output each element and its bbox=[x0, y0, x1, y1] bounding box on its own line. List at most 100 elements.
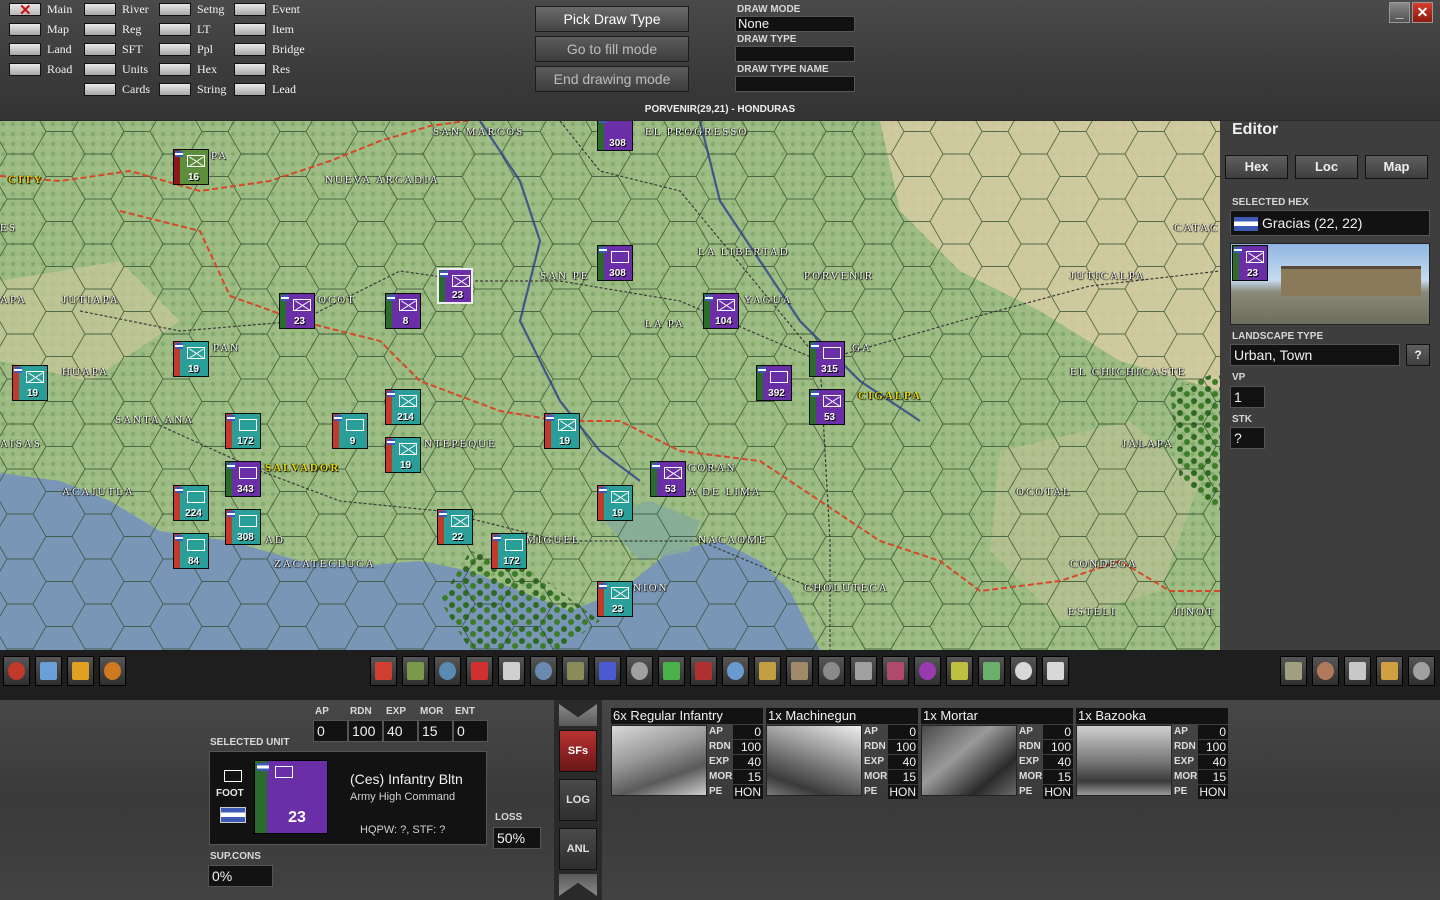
layer-toggle-sft[interactable]: SFT bbox=[84, 41, 143, 57]
checkbox[interactable] bbox=[159, 2, 191, 16]
zoom-in-button[interactable] bbox=[1010, 656, 1037, 686]
selected-unit-counter-large[interactable]: 23 bbox=[254, 760, 328, 834]
checkbox[interactable] bbox=[234, 62, 266, 76]
unit-counter[interactable]: 343 bbox=[225, 461, 261, 497]
book-button[interactable] bbox=[1344, 656, 1371, 686]
hq-flag-button[interactable] bbox=[466, 656, 493, 686]
town-label[interactable]: JALAPA bbox=[1122, 438, 1174, 450]
town-label[interactable]: PAN bbox=[213, 342, 240, 354]
town-label[interactable]: ES bbox=[0, 222, 17, 234]
unit-counter[interactable]: 53 bbox=[809, 389, 845, 425]
checkbox[interactable] bbox=[159, 82, 191, 96]
checkbox[interactable] bbox=[234, 22, 266, 36]
rifle-button[interactable] bbox=[1408, 656, 1435, 686]
hex-unit-counter[interactable]: 23 bbox=[1232, 245, 1268, 281]
unit-counter[interactable]: 22 bbox=[437, 509, 473, 545]
hexagon-button[interactable] bbox=[914, 656, 941, 686]
hex-map[interactable]: SAN MARCOS EL PROGRESSO PA CITY NUEVA AR… bbox=[0, 121, 1220, 650]
town-label[interactable]: PA bbox=[211, 150, 228, 162]
unit-counter[interactable]: 19 bbox=[173, 341, 209, 377]
layer-toggle-setng[interactable]: Setng bbox=[159, 1, 224, 17]
town-label[interactable]: NION bbox=[633, 582, 669, 594]
layer-toggle-lt[interactable]: LT bbox=[159, 21, 211, 37]
checkbox[interactable] bbox=[234, 82, 266, 96]
unit-counter[interactable]: 23 bbox=[279, 293, 315, 329]
unit-counter[interactable]: 9 bbox=[332, 413, 368, 449]
town-label[interactable]: PORVENIR bbox=[804, 270, 874, 282]
layer-toggle-cards[interactable]: Cards bbox=[84, 81, 150, 97]
town-label[interactable]: SANTA ANA bbox=[115, 414, 194, 426]
add-unit-button[interactable] bbox=[658, 656, 685, 686]
layer-toggle-land[interactable]: Land bbox=[9, 41, 72, 57]
town-label[interactable]: HUAPA bbox=[62, 366, 109, 378]
anl-button[interactable]: ANL bbox=[559, 828, 597, 870]
fill-mode-button[interactable]: Go to fill mode bbox=[535, 36, 689, 62]
checkbox[interactable] bbox=[9, 22, 41, 36]
scroll-up-icon[interactable] bbox=[559, 704, 597, 726]
tab-loc[interactable]: Loc bbox=[1295, 155, 1358, 179]
square-button[interactable] bbox=[882, 656, 909, 686]
hammer-button[interactable] bbox=[530, 656, 557, 686]
vp-field[interactable]: 1 bbox=[1230, 386, 1265, 408]
checkbox[interactable] bbox=[159, 42, 191, 56]
unit-counter[interactable]: 84 bbox=[173, 533, 209, 569]
unit-counter[interactable]: 16 bbox=[173, 149, 209, 185]
town-label[interactable]: NUEVA ARCADIA bbox=[325, 174, 440, 186]
stk-field[interactable]: ? bbox=[1230, 427, 1265, 449]
layer-toggle-res[interactable]: Res bbox=[234, 61, 290, 77]
capital-label[interactable]: SALVADOR bbox=[265, 462, 340, 474]
layer-toggle-string[interactable]: String bbox=[159, 81, 226, 97]
factory-build-button[interactable] bbox=[786, 656, 813, 686]
unit-move-button[interactable] bbox=[402, 656, 429, 686]
boot-button[interactable] bbox=[594, 656, 621, 686]
draw-mode-field[interactable]: None bbox=[735, 16, 855, 32]
unit-counter[interactable]: 315 bbox=[809, 341, 845, 377]
minimize-button[interactable]: _ bbox=[1389, 2, 1410, 23]
unit-swap-button[interactable] bbox=[434, 656, 461, 686]
town-label[interactable]: GA bbox=[852, 342, 872, 354]
layer-toggle-reg[interactable]: Reg bbox=[84, 21, 141, 37]
tab-map[interactable]: Map bbox=[1365, 155, 1428, 179]
unit-counter[interactable]: 172 bbox=[225, 413, 261, 449]
capital-label[interactable]: CITY bbox=[8, 174, 44, 186]
town-label[interactable]: OCOTAL bbox=[1016, 486, 1072, 498]
selected-unit-counter[interactable]: 23 bbox=[437, 268, 473, 304]
subformation-card[interactable]: 1x Machinegun AP 0 RDN 100 EXP 40 MOR 15 PE H… bbox=[766, 708, 918, 800]
undo-button[interactable] bbox=[3, 656, 30, 686]
unit-counter[interactable]: 104 bbox=[703, 293, 739, 329]
town-label[interactable]: NACAOME bbox=[698, 534, 768, 546]
layer-toggle-map[interactable]: Map bbox=[9, 21, 69, 37]
subformation-card[interactable]: 6x Regular Infantry AP 0 RDN 100 EXP 40 MOR… bbox=[611, 708, 763, 800]
remove-unit-button[interactable] bbox=[690, 656, 717, 686]
unit-counter[interactable]: 308 bbox=[597, 121, 633, 151]
town-label[interactable]: AISAS bbox=[0, 438, 42, 450]
close-button[interactable]: ✕ bbox=[1412, 2, 1433, 23]
subformation-card[interactable]: 1x Bazooka AP 0 RDN 100 EXP 40 MOR 15 PE HON bbox=[1076, 708, 1228, 800]
town-label[interactable]: YAGUA bbox=[744, 294, 793, 306]
unit-counter[interactable]: 392 bbox=[756, 365, 792, 401]
capital-label[interactable]: CIGALPA bbox=[858, 390, 922, 402]
checkbox[interactable] bbox=[9, 62, 41, 76]
checkbox[interactable] bbox=[234, 2, 266, 16]
town-label[interactable]: CORAN bbox=[688, 462, 737, 474]
town-label[interactable]: JUTICALPA bbox=[1070, 270, 1146, 282]
draw-type-name-field[interactable] bbox=[735, 76, 855, 92]
crossed-swords-button[interactable] bbox=[722, 656, 749, 686]
unit-counter[interactable]: 19 bbox=[544, 413, 580, 449]
map-button[interactable] bbox=[1376, 656, 1403, 686]
checkbox[interactable] bbox=[84, 82, 116, 96]
town-label[interactable]: SAN PE bbox=[540, 270, 590, 282]
town-label[interactable]: LA PA bbox=[645, 318, 685, 330]
layer-toggle-lead[interactable]: Lead bbox=[234, 81, 296, 97]
stamp-button[interactable] bbox=[626, 656, 653, 686]
unit-counter[interactable]: 53 bbox=[650, 461, 686, 497]
layer-toggle-event[interactable]: Event bbox=[234, 1, 300, 17]
layer-toggle-units[interactable]: Units bbox=[84, 61, 148, 77]
town-label[interactable]: JINOT bbox=[1174, 606, 1215, 618]
town-label[interactable]: CATAC bbox=[1174, 222, 1219, 234]
ruler-button[interactable] bbox=[818, 656, 845, 686]
checkbox[interactable] bbox=[234, 42, 266, 56]
unit-counter[interactable]: 8 bbox=[385, 293, 421, 329]
factory-button[interactable] bbox=[99, 656, 126, 686]
town-label[interactable]: CHOLUTECA bbox=[804, 582, 889, 594]
